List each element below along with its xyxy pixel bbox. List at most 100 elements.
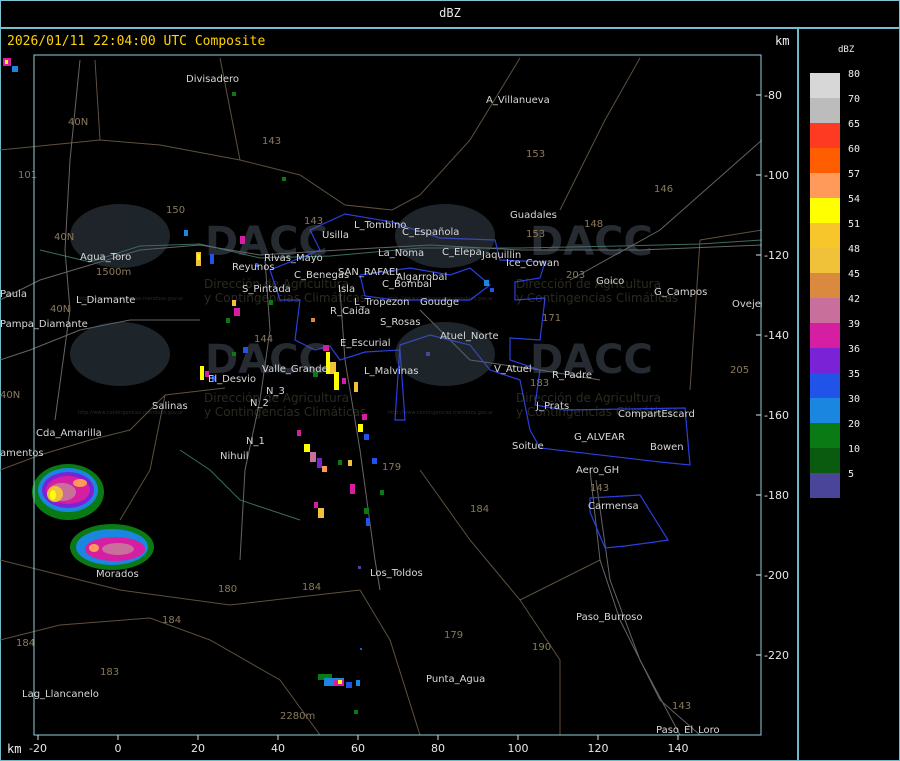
- x-tick-label: -20: [29, 742, 47, 755]
- x-tick-label: 0: [115, 742, 122, 755]
- y-tick-label: -160: [764, 409, 789, 422]
- place-label: C_Bombal: [382, 279, 432, 290]
- road-label: 144: [254, 334, 273, 345]
- road-label: 184: [162, 615, 181, 626]
- place-label: Pampa_Diamante: [0, 319, 88, 330]
- place-label: Goico: [596, 276, 624, 287]
- legend-swatch: [810, 323, 840, 348]
- place-label: Cda_Amarilla: [36, 428, 102, 439]
- place-label: Atuel_Norte: [440, 331, 499, 342]
- x-tick-label: 40: [271, 742, 285, 755]
- x-tick-label: 120: [588, 742, 609, 755]
- place-label: S_Pintada: [242, 284, 291, 295]
- legend-label: 70: [848, 94, 861, 105]
- place-label: L_Diamante: [76, 295, 135, 306]
- road-label: 179: [444, 630, 463, 641]
- legend-label: 20: [848, 419, 861, 430]
- legend-swatch: [810, 148, 840, 173]
- place-label: C_Benegas: [294, 270, 349, 281]
- place-label: Paso_Burroso: [576, 612, 643, 623]
- y-tick-label: -100: [764, 169, 789, 182]
- place-label: G_Campos: [654, 287, 707, 298]
- road-label: 180: [218, 584, 237, 595]
- road-label: 146: [654, 184, 673, 195]
- place-label: Divisadero: [186, 74, 239, 85]
- x-tick-label: 140: [668, 742, 689, 755]
- place-label: A_Villanueva: [486, 95, 550, 106]
- legend-label: 39: [848, 319, 861, 330]
- y-tick-label: -180: [764, 489, 789, 502]
- place-label: Bowen: [650, 442, 684, 453]
- legend-label: 57: [848, 169, 861, 180]
- legend-swatch: [810, 248, 840, 273]
- legend-label: 65: [848, 119, 861, 130]
- x-tick-label: 80: [431, 742, 445, 755]
- legend-label: 51: [848, 219, 861, 230]
- place-label: C_Elepa: [442, 247, 482, 258]
- place-label: R_Caida: [330, 306, 370, 317]
- place-label: La_Noma: [378, 248, 424, 259]
- place-label: Usilla: [322, 230, 349, 241]
- x-tick-label: 60: [351, 742, 365, 755]
- road-label: 153: [526, 229, 545, 240]
- road-label: 40N: [68, 117, 88, 128]
- place-label: N_2: [250, 398, 269, 409]
- place-label: Rivas_Mayo: [264, 253, 323, 264]
- place-label: R_Padre: [552, 370, 592, 381]
- legend-swatch: [810, 473, 840, 498]
- legend-label: 30: [848, 394, 861, 405]
- watermark-url-d: http://www.contingencias.mendoza.gov.ar: [388, 410, 494, 416]
- road-label: 203: [566, 270, 585, 281]
- road-label: 183: [530, 378, 549, 389]
- x-axis: -20 0 20 40 60 80 100 120 140: [29, 735, 689, 755]
- place-label: Goudge: [420, 297, 459, 308]
- place-label: Punta_Agua: [426, 674, 485, 685]
- road-label: 40N: [50, 304, 70, 315]
- radar-map[interactable]: DACC DACC DACC DACC Dirección de Agricul…: [0, 0, 900, 761]
- road-label: 40N: [54, 232, 74, 243]
- storm-cell-west-2: [70, 524, 154, 570]
- place-label: N_1: [246, 436, 265, 447]
- road-label: 183: [100, 667, 119, 678]
- road-label: 148: [584, 219, 603, 230]
- legend-label: 54: [848, 194, 861, 205]
- place-label: Soitue: [512, 441, 544, 452]
- place-label: L_Malvinas: [364, 366, 418, 377]
- y-tick-label: -200: [764, 569, 789, 582]
- legend-label: 45: [848, 269, 861, 280]
- legend-swatch: [810, 123, 840, 148]
- legend-swatch: [810, 173, 840, 198]
- legend-label: 35: [848, 369, 861, 380]
- scattered-cells: [3, 58, 494, 714]
- legend-swatch: [810, 98, 840, 123]
- road-label: 143: [262, 136, 281, 147]
- place-label: Isla: [338, 284, 355, 295]
- place-label: CompartEscard: [618, 409, 695, 420]
- legend-label: 48: [848, 244, 861, 255]
- place-label: Agua_Toro: [80, 252, 131, 263]
- legend-swatch: [810, 73, 840, 98]
- road-label: 190: [532, 642, 551, 653]
- legend-swatch: [810, 423, 840, 448]
- legend-label: 42: [848, 294, 861, 305]
- place-label: E_Escurial: [340, 338, 390, 349]
- road-label: 184: [16, 638, 35, 649]
- echoes-layer: [3, 58, 494, 714]
- watermark-line1-c: Dirección de Agricultura: [516, 277, 661, 291]
- place-label: Salinas: [152, 401, 188, 412]
- road-label: 143: [304, 216, 323, 227]
- place-label: Aero_GH: [576, 465, 619, 476]
- y-tick-label: -80: [764, 89, 782, 102]
- legend-unit: dBZ: [838, 45, 855, 55]
- road-label: 2280m: [280, 711, 315, 722]
- road-label: 1500m: [96, 267, 131, 278]
- storm-cell-west-1: [32, 464, 104, 520]
- place-label: Nihuil: [220, 451, 249, 462]
- legend-swatch: [810, 198, 840, 223]
- road-label: 40N: [0, 390, 20, 401]
- y-tick-label: -220: [764, 649, 789, 662]
- road-label: 205: [730, 365, 749, 376]
- legend-swatch: [810, 223, 840, 248]
- place-label: Los_Toldos: [370, 568, 423, 579]
- legend-swatch: [810, 273, 840, 298]
